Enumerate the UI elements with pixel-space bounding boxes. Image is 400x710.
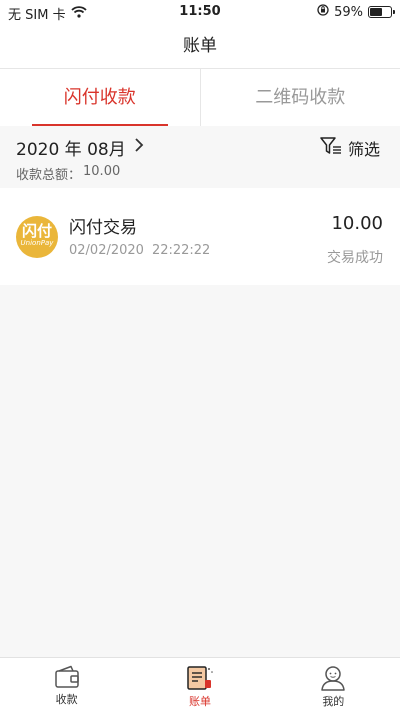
status-right: 59% — [317, 4, 395, 20]
tabbar-item-mine[interactable]: 我的 — [267, 658, 400, 710]
transaction-row[interactable]: 闪付 UnionPay 闪付交易 02/02/2020 22:22:22 10.… — [0, 188, 400, 285]
transaction-status: 交易成功 — [327, 250, 383, 266]
transaction-amount: 10.00 — [331, 213, 383, 234]
month-label: 2020 年 08月 — [16, 140, 126, 160]
tabbar-label-bills: 账单 — [188, 695, 211, 708]
wallet-icon — [54, 665, 79, 688]
filter-label: 筛选 — [347, 140, 380, 159]
battery-percent: 59% — [334, 4, 363, 20]
quickpass-logo-icon: 闪付 UnionPay — [16, 216, 58, 258]
user-icon — [321, 666, 346, 691]
logo-text: 闪付 — [21, 222, 52, 240]
tabbar-label-collect: 收款 — [55, 693, 78, 706]
tab-qrcode[interactable]: 二维码收款 — [201, 69, 400, 126]
battery-fill — [370, 8, 382, 16]
tab-quickpass-label: 闪付收款 — [63, 87, 136, 108]
filter-icon — [320, 136, 342, 160]
status-bar: 无 SIM 卡 11:50 59% — [0, 0, 400, 24]
total-amount: 收款总额： 10.00 — [16, 164, 120, 183]
tab-qrcode-label: 二维码收款 — [255, 87, 346, 108]
bottom-tab-bar: 收款 账单 我的 — [0, 657, 400, 710]
total-value: 10.00 — [83, 164, 121, 179]
total-label: 收款总额： — [16, 168, 82, 183]
chevron-right-icon — [134, 137, 144, 158]
transaction-time: 22:22:22 — [151, 243, 211, 258]
transaction-title: 闪付交易 — [69, 218, 137, 238]
battery-icon — [368, 6, 395, 18]
month-picker[interactable]: 2020 年 08月 — [16, 135, 144, 160]
nav-bar: 账单 — [0, 24, 400, 68]
tabbar-item-collect[interactable]: 收款 — [0, 658, 133, 710]
month-summary: 2020 年 08月 筛选 收款总额： 10.00 — [0, 126, 400, 188]
transaction-date: 02/02/2020 — [69, 243, 144, 258]
page-title: 账单 — [183, 36, 217, 56]
tab-quickpass[interactable]: 闪付收款 — [0, 69, 200, 126]
orientation-lock-icon — [317, 4, 329, 20]
logo-subtext: UnionPay — [20, 239, 54, 247]
tabbar-label-mine: 我的 — [322, 695, 345, 708]
tabbar-item-bills[interactable]: 账单 — [133, 658, 266, 710]
payment-type-tabs: 闪付收款 二维码收款 — [0, 68, 400, 126]
transaction-datetime: 02/02/2020 22:22:22 — [69, 243, 210, 258]
bill-icon — [187, 666, 213, 690]
filter-button[interactable]: 筛选 — [320, 136, 380, 160]
